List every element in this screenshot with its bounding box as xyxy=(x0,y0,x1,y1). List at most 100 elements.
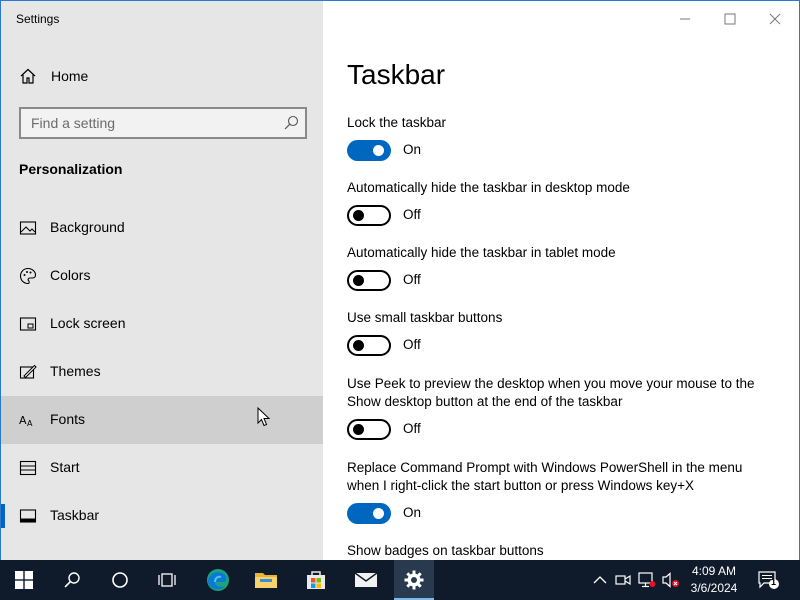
mail-icon xyxy=(354,572,378,587)
small-buttons-toggle[interactable] xyxy=(347,335,391,356)
palette-icon xyxy=(19,267,37,285)
taskbar-clock[interactable]: 4:09 AM 3/6/2024 xyxy=(684,563,744,597)
windows-logo-icon xyxy=(15,571,33,589)
fonts-icon: A A xyxy=(19,414,33,428)
mouse-cursor-icon xyxy=(257,407,271,427)
search-icon[interactable] xyxy=(283,115,299,131)
meet-now-icon xyxy=(615,574,631,586)
setting-small-buttons: Use small taskbar buttons Off xyxy=(347,309,777,357)
picture-icon xyxy=(19,221,37,235)
setting-autohide-desktop: Automatically hide the taskbar in deskto… xyxy=(347,179,777,227)
sidebar-item-taskbar[interactable]: Taskbar xyxy=(1,492,323,540)
volume-muted-icon xyxy=(662,572,679,588)
notification-count: 1 xyxy=(771,577,777,587)
svg-text:A: A xyxy=(19,414,27,427)
peek-toggle[interactable] xyxy=(347,419,391,440)
nav-home[interactable]: Home xyxy=(1,59,323,93)
section-title: Personalization xyxy=(19,161,123,177)
lock-screen-icon xyxy=(19,317,37,331)
edge-button[interactable] xyxy=(198,560,238,600)
file-explorer-button[interactable] xyxy=(246,560,286,600)
setting-autohide-tablet: Automatically hide the taskbar in tablet… xyxy=(347,244,777,292)
sidebar-item-label: Background xyxy=(50,219,125,235)
content-pane: Taskbar Lock the taskbar On Automaticall… xyxy=(323,1,799,560)
svg-text:A: A xyxy=(27,419,33,428)
network-button[interactable] xyxy=(636,560,658,600)
sidebar-item-label: Colors xyxy=(50,267,91,283)
toggle-knob xyxy=(353,424,364,435)
sidebar-item-background[interactable]: Background xyxy=(1,204,323,252)
sidebar-item-label: Themes xyxy=(50,363,101,379)
sidebar-item-label: Taskbar xyxy=(50,507,100,523)
setting-label: Lock the taskbar xyxy=(347,115,447,130)
autohide-desktop-toggle[interactable] xyxy=(347,205,391,226)
action-center-button[interactable]: 1 xyxy=(756,560,782,600)
settings-window: Settings Home Find a setting Personaliza… xyxy=(0,0,800,560)
search-button[interactable] xyxy=(52,560,92,600)
taskbar: 4:09 AM 3/6/2024 1 xyxy=(0,560,800,600)
store-button[interactable] xyxy=(296,560,336,600)
sidebar-item-colors[interactable]: Colors xyxy=(1,252,323,300)
home-icon xyxy=(20,68,36,84)
toggle-knob xyxy=(373,508,384,519)
start-button[interactable] xyxy=(4,560,44,600)
settings-button[interactable] xyxy=(394,560,434,600)
toggle-state: Off xyxy=(403,272,421,287)
volume-button[interactable] xyxy=(660,560,682,600)
store-icon xyxy=(307,571,325,589)
sidebar-item-lock-screen[interactable]: Lock screen xyxy=(1,300,323,348)
search-input[interactable]: Find a setting xyxy=(19,107,307,139)
search-icon xyxy=(64,572,80,588)
powershell-toggle[interactable] xyxy=(347,503,391,524)
setting-label: Use small taskbar buttons xyxy=(347,310,503,325)
toggle-knob xyxy=(373,145,384,156)
setting-label: Replace Command Prompt with Windows Powe… xyxy=(347,460,743,493)
close-button[interactable] xyxy=(763,9,787,29)
cortana-button[interactable] xyxy=(100,560,140,600)
sidebar: Settings Home Find a setting Personaliza… xyxy=(1,1,323,560)
nav-home-label: Home xyxy=(51,68,89,84)
minimize-button[interactable] xyxy=(673,9,697,29)
toggle-state: On xyxy=(403,142,422,157)
sidebar-item-label: Lock screen xyxy=(50,315,126,331)
clock-date: 3/6/2024 xyxy=(690,581,738,595)
lock-taskbar-toggle[interactable] xyxy=(347,140,391,161)
search-placeholder: Find a setting xyxy=(31,115,116,131)
autohide-tablet-toggle[interactable] xyxy=(347,270,391,291)
setting-label: Automatically hide the taskbar in tablet… xyxy=(347,245,616,260)
settings-icon xyxy=(404,570,424,590)
setting-label: Show badges on taskbar buttons xyxy=(347,543,544,558)
chevron-up-icon xyxy=(593,576,607,584)
page-title: Taskbar xyxy=(347,59,446,90)
cortana-icon xyxy=(112,572,128,588)
maximize-button[interactable] xyxy=(718,9,742,29)
setting-powershell: Replace Command Prompt with Windows Powe… xyxy=(347,459,777,525)
toggle-state: Off xyxy=(403,207,421,222)
start-icon xyxy=(19,460,37,476)
mail-button[interactable] xyxy=(346,560,386,600)
meet-now-button[interactable] xyxy=(613,560,633,600)
setting-lock-taskbar: Lock the taskbar On xyxy=(347,114,777,162)
clock-time: 4:09 AM xyxy=(691,564,737,578)
sidebar-item-label: Start xyxy=(50,459,80,475)
sidebar-item-themes[interactable]: Themes xyxy=(1,348,323,396)
file-explorer-icon xyxy=(255,573,277,588)
sidebar-item-fonts[interactable]: A A Fonts xyxy=(1,396,323,444)
setting-label: Use Peek to preview the desktop when you… xyxy=(347,376,755,409)
network-icon xyxy=(638,572,656,588)
setting-peek: Use Peek to preview the desktop when you… xyxy=(347,375,777,441)
taskbar-icon xyxy=(19,509,37,523)
notification-icon xyxy=(758,571,779,589)
toggle-knob xyxy=(353,340,364,351)
edge-icon xyxy=(207,569,229,591)
task-view-button[interactable] xyxy=(148,560,188,600)
show-hidden-icons-button[interactable] xyxy=(590,560,610,600)
toggle-state: Off xyxy=(403,421,421,436)
sidebar-item-start[interactable]: Start xyxy=(1,444,323,492)
themes-icon xyxy=(19,364,37,379)
toggle-state: Off xyxy=(403,337,421,352)
task-view-icon xyxy=(158,573,176,587)
toggle-knob xyxy=(353,210,364,221)
selected-indicator xyxy=(1,504,5,528)
setting-label: Automatically hide the taskbar in deskto… xyxy=(347,180,630,195)
